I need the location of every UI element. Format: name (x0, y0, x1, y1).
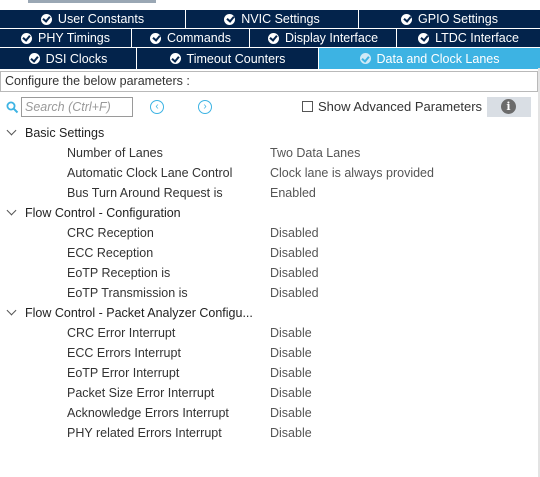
param-row[interactable]: Packet Size Error Interrupt Disable (0, 383, 540, 403)
param-row[interactable]: ECC Reception Disabled (0, 243, 540, 263)
check-circle-icon (418, 32, 430, 44)
param-name: EoTP Error Interrupt (67, 366, 180, 380)
parameter-tree: Basic Settings Number of Lanes Two Data … (0, 123, 540, 443)
param-row[interactable]: EoTP Error Interrupt Disable (0, 363, 540, 383)
tab-ltdc-interface[interactable]: LTDC Interface (397, 29, 540, 47)
group-basic-settings[interactable]: Basic Settings (0, 123, 540, 143)
param-row[interactable]: CRC Reception Disabled (0, 223, 540, 243)
check-circle-icon (20, 32, 32, 44)
tab-data-and-clock-lanes[interactable]: Data and Clock Lanes (319, 48, 540, 69)
tab-row-1: User Constants NVIC Settings GPIO Settin… (0, 10, 540, 29)
search-icon[interactable] (6, 101, 19, 114)
tab-label: Display Interface (284, 31, 379, 45)
param-row[interactable]: PHY related Errors Interrupt Disable (0, 423, 540, 443)
group-flow-control-packet-analyzer[interactable]: Flow Control - Packet Analyzer Configu..… (0, 303, 540, 323)
tab-label: LTDC Interface (435, 31, 519, 45)
tab-phy-timings[interactable]: PHY Timings (0, 29, 132, 47)
tab-label: DSI Clocks (45, 51, 108, 66)
tab-label: NVIC Settings (241, 12, 320, 26)
tab-row-3: DSI Clocks Timeout Counters Data and Clo… (0, 48, 540, 69)
top-strip (0, 0, 540, 8)
chevron-right-icon[interactable]: › (198, 100, 212, 114)
info-icon: i (501, 99, 516, 114)
check-circle-icon (267, 32, 279, 44)
param-name: Number of Lanes (67, 146, 163, 160)
show-advanced-checkbox[interactable] (302, 101, 313, 112)
param-row[interactable]: EoTP Transmission is Disabled (0, 283, 540, 303)
param-value[interactable]: Disabled (270, 286, 319, 300)
check-circle-icon (359, 53, 371, 64)
check-circle-icon (150, 32, 162, 44)
check-circle-icon (401, 13, 413, 25)
tab-label: Commands (167, 31, 231, 45)
param-value[interactable]: Disable (270, 406, 312, 420)
param-name: EoTP Transmission is (67, 286, 188, 300)
tab-timeout-counters[interactable]: Timeout Counters (137, 48, 319, 69)
chevron-down-icon[interactable] (6, 305, 17, 316)
tab-label: PHY Timings (37, 31, 110, 45)
param-row[interactable]: EoTP Reception is Disabled (0, 263, 540, 283)
param-name: Bus Turn Around Request is (67, 186, 223, 200)
param-row[interactable]: Bus Turn Around Request is Enabled (0, 183, 540, 203)
param-value[interactable]: Disabled (270, 246, 319, 260)
show-advanced-label: Show Advanced Parameters (318, 99, 483, 114)
info-button[interactable]: i (487, 97, 531, 117)
toolbar: ‹ › Show Advanced Parameters i (0, 97, 540, 119)
param-name: CRC Error Interrupt (67, 326, 176, 340)
group-title: Basic Settings (25, 126, 105, 140)
chevron-left-icon[interactable]: ‹ (150, 100, 164, 114)
param-name: Acknowledge Errors Interrupt (67, 406, 229, 420)
param-name: Packet Size Error Interrupt (67, 386, 215, 400)
check-circle-icon (40, 13, 52, 25)
chevron-down-icon[interactable] (6, 205, 17, 216)
tab-nvic-settings[interactable]: NVIC Settings (186, 10, 359, 28)
tab-label: User Constants (57, 12, 145, 26)
check-circle-icon (169, 53, 181, 64)
tab-dsi-clocks[interactable]: DSI Clocks (0, 48, 137, 69)
param-name: Automatic Clock Lane Control (67, 166, 233, 180)
scroll-indicator (28, 0, 156, 3)
check-circle-icon (224, 13, 236, 25)
tab-user-constants[interactable]: User Constants (0, 10, 186, 28)
param-name: EoTP Reception is (67, 266, 171, 280)
param-row[interactable]: ECC Errors Interrupt Disable (0, 343, 540, 363)
param-value[interactable]: Disabled (270, 266, 319, 280)
tab-label: GPIO Settings (418, 12, 498, 26)
param-row[interactable]: Automatic Clock Lane Control Clock lane … (0, 163, 540, 183)
check-circle-icon (28, 53, 40, 64)
tab-display-interface[interactable]: Display Interface (250, 29, 397, 47)
param-name: CRC Reception (67, 226, 154, 240)
chevron-down-icon[interactable] (6, 125, 17, 136)
tab-gpio-settings[interactable]: GPIO Settings (359, 10, 540, 28)
param-name: PHY related Errors Interrupt (67, 426, 222, 440)
param-value[interactable]: Disable (270, 386, 312, 400)
tab-commands[interactable]: Commands (132, 29, 250, 47)
param-value[interactable]: Disable (270, 326, 312, 340)
tab-label: Timeout Counters (186, 51, 286, 66)
tab-row-2: PHY Timings Commands Display Interface L… (0, 29, 540, 48)
group-title: Flow Control - Configuration (25, 206, 181, 220)
param-value[interactable]: Disable (270, 426, 312, 440)
param-row[interactable]: Acknowledge Errors Interrupt Disable (0, 403, 540, 423)
param-value[interactable]: Disabled (270, 226, 319, 240)
configure-banner: Configure the below parameters : (0, 71, 538, 92)
group-title: Flow Control - Packet Analyzer Configu..… (25, 306, 253, 320)
search-input[interactable] (21, 97, 133, 117)
group-flow-control-configuration[interactable]: Flow Control - Configuration (0, 203, 540, 223)
param-name: ECC Reception (67, 246, 154, 260)
param-value[interactable]: Enabled (270, 186, 316, 200)
param-value[interactable]: Disable (270, 346, 312, 360)
param-name: ECC Errors Interrupt (67, 346, 181, 360)
tab-label: Data and Clock Lanes (376, 51, 500, 66)
param-row[interactable]: CRC Error Interrupt Disable (0, 323, 540, 343)
param-row[interactable]: Number of Lanes Two Data Lanes (0, 143, 540, 163)
param-value[interactable]: Two Data Lanes (270, 146, 360, 160)
param-value[interactable]: Clock lane is always provided (270, 166, 434, 180)
param-value[interactable]: Disable (270, 366, 312, 380)
